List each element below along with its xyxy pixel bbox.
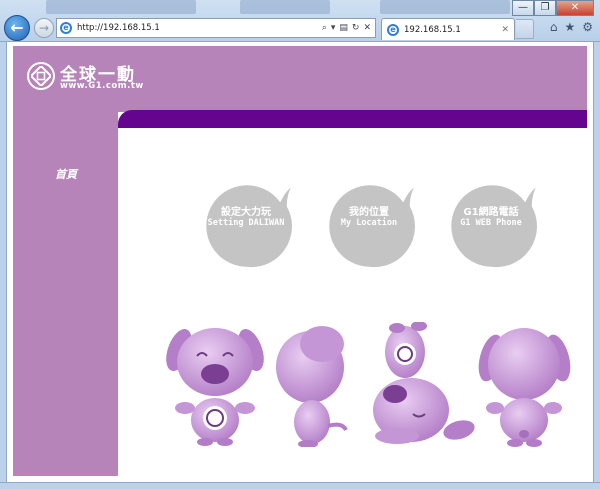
tab-title: 192.168.15.1 — [404, 24, 461, 35]
menu-label-cn: 設定大力玩 — [221, 207, 271, 218]
mascot-front — [166, 328, 264, 446]
blurred-title-area — [240, 0, 330, 14]
g1-logo-icon[interactable] — [27, 62, 55, 90]
window-frame-right — [593, 42, 600, 489]
menu-my-location[interactable]: 我的位置 My Location — [325, 180, 417, 270]
window-frame-left — [0, 42, 7, 489]
search-icon[interactable]: ⌕ — [322, 23, 327, 33]
menu-g1-web-phone[interactable]: G1網路電話 G1 WEB Phone — [447, 180, 539, 270]
blurred-title-area — [46, 0, 196, 14]
ie-tab-icon: e — [387, 23, 399, 36]
accent-bar — [118, 110, 587, 128]
window-controls: — ❐ ✕ — [512, 0, 594, 16]
menu-label-en: My Location — [340, 218, 398, 228]
nav-home-link[interactable]: 首頁 — [55, 166, 77, 182]
menu-label-en: G1 WEB Phone — [460, 218, 522, 228]
ie-page-icon: e — [60, 22, 72, 34]
mascot-back — [478, 328, 571, 447]
refresh-icon[interactable]: ↻ — [352, 23, 360, 33]
back-button[interactable]: ← — [4, 15, 30, 41]
menu-label-cn: G1網路電話 — [463, 207, 519, 218]
menu-label-cn: 我的位置 — [349, 207, 389, 218]
menu-setting-daliwan[interactable]: 設定大力玩 Setting DALIWAN — [202, 180, 294, 270]
dropdown-icon[interactable]: ▾ — [331, 23, 336, 33]
browser-tools: ⌂ ★ ⚙ — [550, 20, 593, 34]
menu-label-en: Setting DALIWAN — [207, 218, 285, 228]
url-text[interactable]: http://192.168.15.1 — [77, 23, 322, 33]
new-tab-button[interactable] — [516, 19, 534, 39]
minimize-button[interactable]: — — [512, 0, 534, 16]
stop-icon[interactable]: ✕ — [363, 23, 371, 33]
compat-view-icon[interactable]: ▤ — [339, 23, 348, 33]
brand-url: www.G1.com.tw — [60, 81, 144, 91]
star-icon[interactable]: ★ — [564, 20, 575, 34]
gear-icon[interactable]: ⚙ — [582, 20, 593, 34]
address-tools: ⌕ ▾ ▤ ↻ ✕ — [322, 23, 375, 33]
close-button[interactable]: ✕ — [556, 0, 594, 16]
mascot-flipping — [373, 322, 475, 444]
window-frame-bottom — [0, 482, 600, 489]
tab-close-icon[interactable]: ✕ — [501, 25, 514, 35]
mascot-side — [276, 326, 348, 447]
forward-button[interactable]: → — [34, 18, 54, 38]
browser-chrome: — ❐ ✕ ← → e http://192.168.15.1 ⌕ ▾ ▤ ↻ … — [0, 0, 600, 42]
blurred-title-area — [380, 0, 510, 14]
browser-tab[interactable]: e 192.168.15.1 ✕ — [381, 18, 515, 40]
address-bar[interactable]: e http://192.168.15.1 ⌕ ▾ ▤ ↻ ✕ — [56, 18, 376, 38]
home-icon[interactable]: ⌂ — [550, 20, 558, 34]
maximize-button[interactable]: ❐ — [534, 0, 556, 16]
